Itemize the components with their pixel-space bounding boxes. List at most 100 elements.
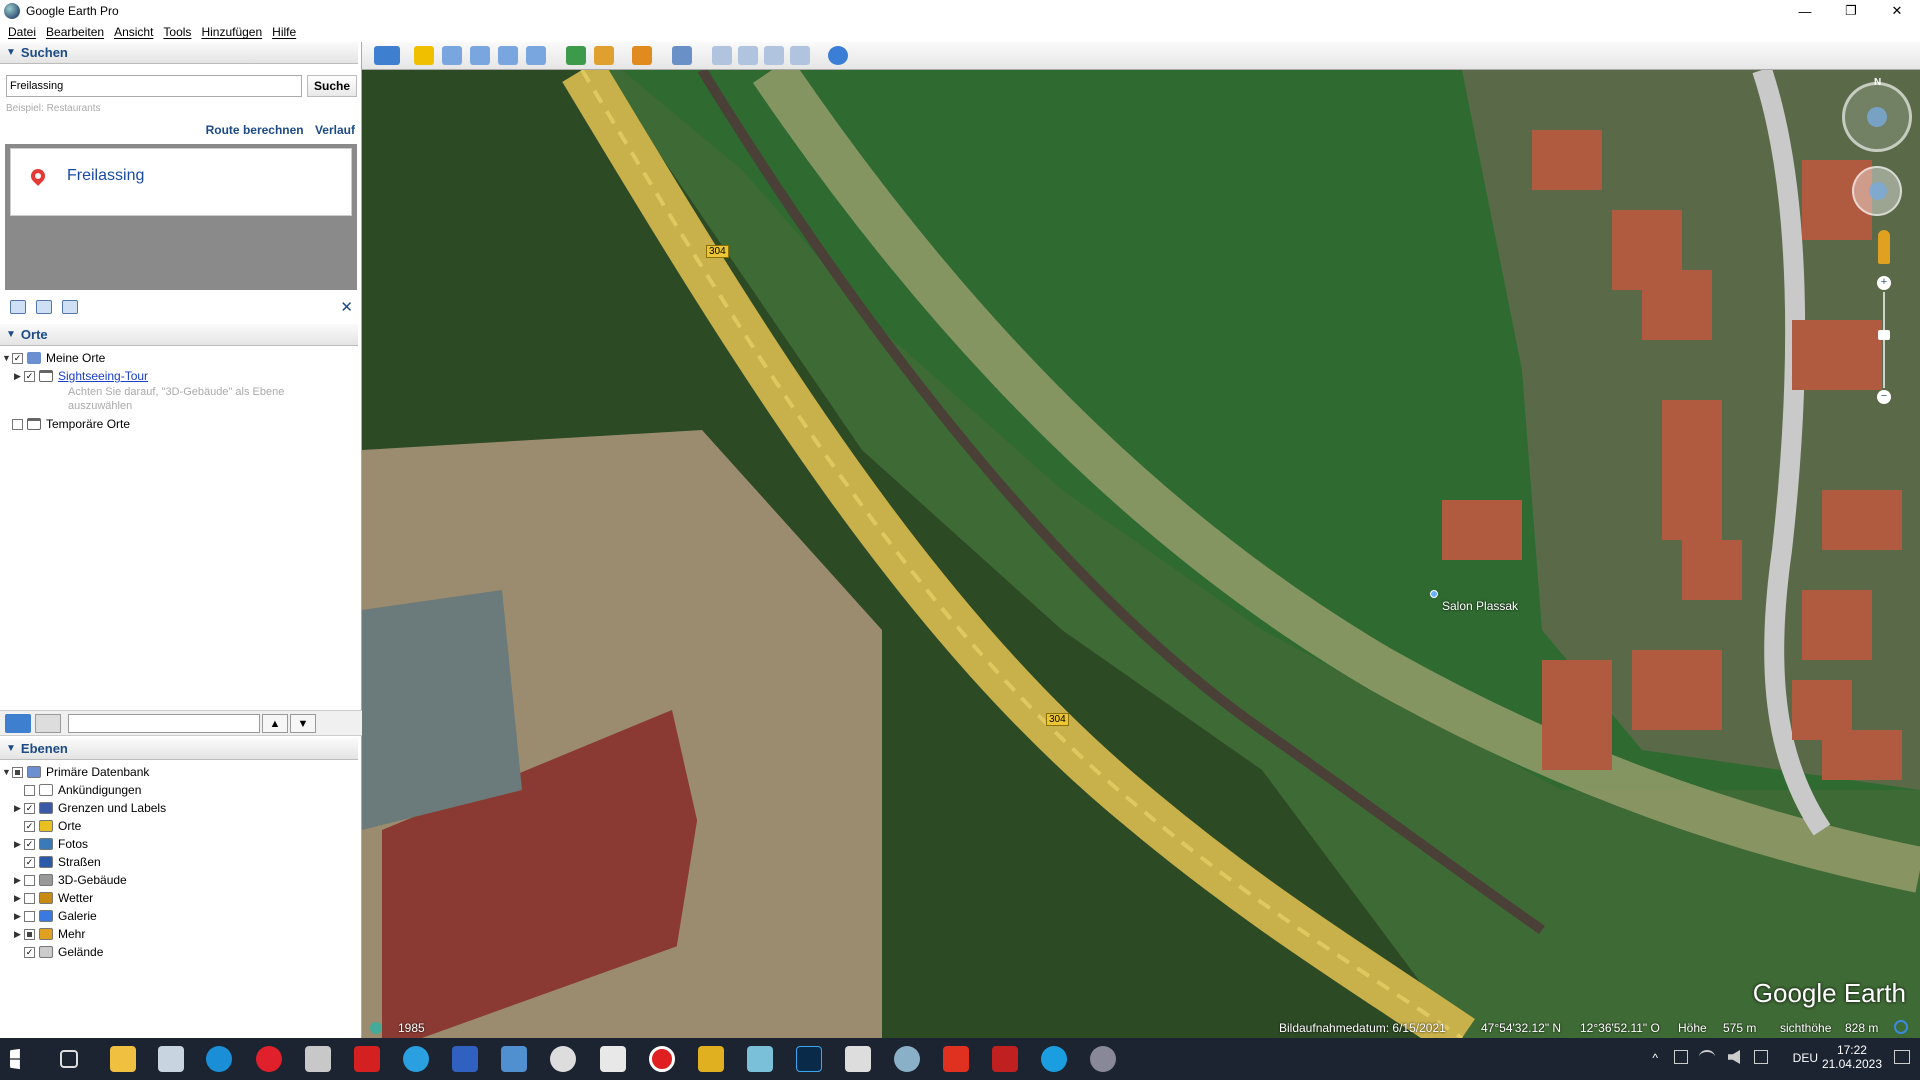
- add-placemark-icon[interactable]: [414, 46, 434, 65]
- expand-icon[interactable]: ▶: [14, 893, 24, 904]
- move-control[interactable]: [1852, 166, 1902, 216]
- search-button[interactable]: Suche: [307, 75, 357, 97]
- checkbox[interactable]: [12, 418, 23, 430]
- history-link[interactable]: Verlauf: [315, 123, 355, 137]
- menu-tools[interactable]: Tools: [163, 25, 191, 39]
- zoom-thumb[interactable]: [1878, 330, 1890, 340]
- view-in-maps-icon[interactable]: [790, 46, 810, 65]
- add-path-icon[interactable]: [470, 46, 490, 65]
- layer-item[interactable]: ✓ Straßen: [14, 854, 101, 870]
- expand-icon[interactable]: ▶: [14, 875, 24, 886]
- layer-checkbox[interactable]: [12, 766, 23, 778]
- menu-hilfe[interactable]: Hilfe: [272, 25, 296, 39]
- dropbox-icon[interactable]: [1754, 1050, 1768, 1064]
- save-image-icon[interactable]: [764, 46, 784, 65]
- expand-icon[interactable]: ▶: [14, 929, 24, 940]
- app-icon-9[interactable]: [747, 1046, 773, 1072]
- zoom-in-button[interactable]: +: [1877, 276, 1891, 290]
- layer-item[interactable]: ▶ Wetter: [14, 890, 93, 906]
- expand-icon[interactable]: ▶: [14, 911, 24, 922]
- edge-icon[interactable]: [206, 1046, 232, 1072]
- file-explorer-icon[interactable]: [110, 1046, 136, 1072]
- app-icon-7[interactable]: [600, 1046, 626, 1072]
- earth-globe-icon[interactable]: [828, 46, 848, 65]
- app-icon-8[interactable]: [698, 1046, 724, 1072]
- expand-icon[interactable]: ▶: [14, 839, 24, 850]
- record-icon[interactable]: [649, 1046, 675, 1072]
- layer-checkbox[interactable]: ✓: [24, 802, 35, 814]
- layer-item[interactable]: ✓ Gelände: [14, 944, 103, 960]
- opera-icon[interactable]: [256, 1046, 282, 1072]
- tree-item-tour[interactable]: ▶ ✓ Sightseeing-Tour: [14, 368, 148, 384]
- copy-icon[interactable]: [36, 300, 52, 314]
- layer-item[interactable]: ✓ Orte: [14, 818, 81, 834]
- wifi-icon[interactable]: [1699, 1050, 1715, 1064]
- menu-hinzufuegen[interactable]: Hinzufügen: [201, 25, 262, 39]
- search-input[interactable]: Freilassing: [6, 75, 302, 97]
- historical-imagery-status-icon[interactable]: [370, 1022, 382, 1034]
- layer-checkbox[interactable]: ✓: [24, 838, 35, 850]
- tree-item-meine-orte[interactable]: ▼ ✓ Meine Orte: [2, 350, 105, 366]
- minimize-button[interactable]: —: [1782, 0, 1828, 22]
- satellite-imagery[interactable]: [362, 70, 1920, 1038]
- google-earth-taskbar-icon[interactable]: [1090, 1046, 1116, 1072]
- start-icon[interactable]: [10, 1048, 20, 1070]
- look-around-control[interactable]: N: [1842, 77, 1912, 152]
- app-icon-10[interactable]: [894, 1046, 920, 1072]
- app-icon-4[interactable]: [452, 1046, 478, 1072]
- checkbox[interactable]: ✓: [24, 370, 35, 382]
- layer-checkbox[interactable]: [24, 910, 35, 922]
- search-panel-header[interactable]: ▼ Suchen: [0, 42, 358, 64]
- layer-item[interactable]: ▶ Mehr: [14, 926, 85, 942]
- layer-checkbox[interactable]: ✓: [24, 820, 35, 832]
- layer-checkbox[interactable]: ✓: [24, 856, 35, 868]
- volume-icon[interactable]: [1728, 1050, 1740, 1064]
- layer-item[interactable]: ▶ ✓ Fotos: [14, 836, 88, 852]
- place-marker-icon[interactable]: [1430, 590, 1438, 598]
- street-view-pegman-icon[interactable]: [1878, 230, 1890, 264]
- app-icon-5[interactable]: [501, 1046, 527, 1072]
- layer-item[interactable]: ▼ Primäre Datenbank: [2, 764, 149, 780]
- tour-link[interactable]: Sightseeing-Tour: [58, 369, 148, 383]
- app-icon-6[interactable]: [550, 1046, 576, 1072]
- print-map-icon[interactable]: [738, 46, 758, 65]
- menu-datei[interactable]: Datei: [8, 25, 36, 39]
- layer-item[interactable]: ▶ 3D-Gebäude: [14, 872, 127, 888]
- layer-checkbox[interactable]: ✓: [24, 946, 35, 958]
- layers-panel-header[interactable]: ▼ Ebenen: [0, 738, 358, 760]
- expand-icon[interactable]: ▼: [2, 353, 12, 363]
- print-icon[interactable]: [62, 300, 78, 314]
- places-filter-input[interactable]: [68, 714, 260, 733]
- language-indicator[interactable]: DEU: [1793, 1051, 1818, 1065]
- expand-icon[interactable]: ▶: [14, 803, 24, 814]
- tray-app-icon[interactable]: [1674, 1050, 1688, 1064]
- menu-ansicht[interactable]: Ansicht: [114, 25, 153, 39]
- skype-icon[interactable]: [1041, 1046, 1067, 1072]
- app-icon[interactable]: [158, 1046, 184, 1072]
- tree-item-temporaere-orte[interactable]: Temporäre Orte: [2, 416, 130, 432]
- zoom-out-button[interactable]: −: [1877, 390, 1891, 404]
- app-icon-3[interactable]: [354, 1046, 380, 1072]
- calendar-icon[interactable]: [845, 1046, 871, 1072]
- chevron-up-icon[interactable]: ^: [1652, 1051, 1658, 1065]
- close-button[interactable]: ✕: [1874, 0, 1920, 22]
- layer-checkbox[interactable]: [24, 928, 35, 940]
- app-icon-2[interactable]: [305, 1046, 331, 1072]
- layer-item[interactable]: ▶ ✓ Grenzen und Labels: [14, 800, 166, 816]
- clear-results-icon[interactable]: ✕: [340, 298, 353, 316]
- historical-imagery-icon[interactable]: [566, 46, 586, 65]
- clock[interactable]: 17:22 21.04.2023: [1822, 1043, 1882, 1071]
- move-down-button[interactable]: ▼: [290, 714, 316, 733]
- panel-toggle-icon[interactable]: [35, 714, 61, 733]
- email-icon[interactable]: [712, 46, 732, 65]
- layer-checkbox[interactable]: [24, 784, 35, 796]
- add-to-places-icon[interactable]: [10, 300, 26, 314]
- sidebar-toggle-icon[interactable]: [374, 46, 400, 65]
- telegram-icon[interactable]: [403, 1046, 429, 1072]
- expand-icon[interactable]: ▼: [2, 767, 12, 777]
- places-panel-header[interactable]: ▼ Orte: [0, 324, 358, 346]
- checkbox[interactable]: ✓: [12, 352, 23, 364]
- record-tour-icon[interactable]: [526, 46, 546, 65]
- search-result-name[interactable]: Freilassing: [67, 167, 144, 185]
- maximize-button[interactable]: ❐: [1828, 0, 1874, 22]
